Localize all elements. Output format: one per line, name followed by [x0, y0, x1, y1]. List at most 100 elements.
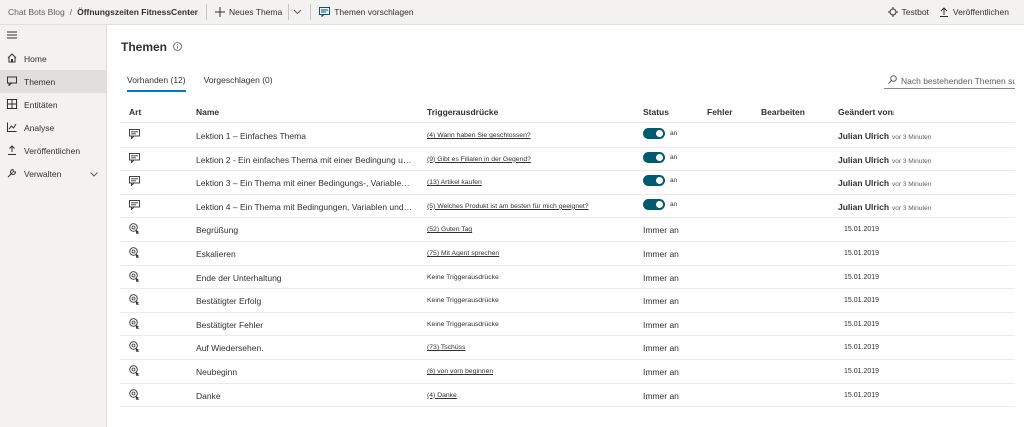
changed-by: Julian Ulrich vor 3 Minuten [838, 131, 931, 141]
status-toggle[interactable] [643, 151, 665, 163]
sidebar-item-veroeffentlichen[interactable]: Veröffentlichen [0, 139, 106, 162]
topic-name[interactable]: Begrüßung [196, 225, 238, 235]
info-icon[interactable] [173, 40, 182, 54]
topic-name[interactable]: Auf Wiedersehen. [196, 343, 264, 353]
top-command-bar: Chat Bots Blog / Öffnungszeiten FitnessC… [0, 0, 1024, 25]
table-header: Art Name Triggerausdrücke Status Fehler … [120, 99, 1015, 123]
topic-name[interactable]: Lektion 1 – Einfaches Thema [196, 131, 306, 141]
sidebar-item-verwalten[interactable]: Verwalten [0, 162, 106, 185]
table-row[interactable]: Auf Wiedersehen. (73) Tschüss Immer an 15.0… [120, 336, 1015, 360]
table-row[interactable]: Danke (4) Danke Immer an 15.01.2019 [120, 384, 1015, 408]
column-header-trigger[interactable]: Triggerausdrücke [427, 107, 498, 117]
column-header-art[interactable]: Art [129, 107, 141, 117]
table-row[interactable]: Eskalieren (75) Mit Agent sprechen Immer a… [120, 242, 1015, 266]
trigger-phrases: Keine Triggerausdrücke [427, 320, 499, 328]
sidebar: Home Themen Entitäten Analyse Veröffentl… [0, 25, 107, 427]
changed-by: Julian Ulrich vor 3 Minuten [838, 202, 931, 212]
column-header-status[interactable]: Status [643, 107, 669, 117]
suggest-icon [319, 7, 331, 17]
topic-name[interactable]: Neubeginn [196, 367, 237, 377]
topic-name[interactable]: Lektion 2 - Ein einfaches Thema mit eine… [196, 155, 414, 165]
chevron-down-icon[interactable] [293, 7, 302, 17]
toolbar-divider [288, 4, 290, 20]
table-row[interactable]: Lektion 1 – Einfaches Thema (4) Wann habe… [120, 124, 1015, 148]
topic-name[interactable]: Eskalieren [196, 249, 236, 259]
changed-by-user: Julian Ulrich [838, 201, 890, 212]
sidebar-item-entitaeten[interactable]: Entitäten [0, 93, 106, 116]
topic-name[interactable]: Danke [196, 391, 221, 401]
status-cell: an [643, 128, 677, 139]
trigger-phrases[interactable]: (9) Gibt es Filialen in der Gegend? [427, 156, 531, 163]
sidebar-item-label: Analyse [24, 122, 55, 133]
table-row[interactable]: Bestätigter Fehler Keine Triggerausdrücke… [120, 313, 1015, 337]
topic-name[interactable]: Lektion 4 – Ein Thema mit Bedingungen, V… [196, 202, 414, 212]
tab-vorgeschlagen[interactable]: Vorgeschlagen (0) [204, 75, 273, 92]
main-content: Themen Vorhanden (12) Vorgeschlagen (0) … [108, 25, 1024, 427]
trigger-phrases[interactable]: (5) Welches Produkt ist am besten für mi… [427, 203, 589, 210]
table-row[interactable]: Lektion 3 – Ein Thema mit einer Bedingun… [120, 171, 1015, 195]
chevron-down-icon [90, 169, 98, 179]
sidebar-item-analyse[interactable]: Analyse [0, 116, 106, 139]
sort-arrow-icon[interactable]: ↓ [891, 107, 895, 117]
suggest-topics-label: Themen vorschlagen [334, 7, 414, 17]
topic-name[interactable]: Bestätigter Fehler [196, 320, 263, 330]
tab-vorhanden[interactable]: Vorhanden (12) [127, 75, 186, 92]
column-header-edit[interactable]: Bearbeiten [761, 107, 805, 117]
breadcrumb-bot-link[interactable]: Chat Bots Blog [8, 7, 65, 17]
topic-name[interactable]: Bestätigter Erfolg [196, 296, 261, 306]
status-toggle[interactable] [643, 198, 665, 210]
changed-by-time: vor 3 Minuten [892, 157, 932, 165]
changed-by-time: vor 3 Minuten [892, 181, 932, 189]
wrench-icon [7, 168, 17, 180]
system-topic-icon [129, 294, 140, 307]
test-bot-button[interactable]: Testbot [887, 7, 929, 17]
sidebar-item-label: Entitäten [24, 99, 58, 110]
changed-by-time: vor 3 Minuten [892, 134, 932, 141]
column-header-error[interactable]: Fehler [707, 107, 733, 117]
column-header-changed-by[interactable]: Geändert von [838, 107, 893, 117]
new-topic-button[interactable]: Neues Thema [214, 7, 282, 17]
column-header-name[interactable]: Name [196, 107, 219, 117]
changed-by: Julian Ulrich vor 3 Minuten [838, 178, 931, 188]
table-row[interactable]: Lektion 2 - Ein einfaches Thema mit eine… [120, 148, 1015, 172]
changed-date: 15.01.2019 [844, 250, 880, 257]
breadcrumb: Chat Bots Blog / Öffnungszeiten FitnessC… [0, 0, 198, 24]
page-title-text: Themen [121, 40, 168, 54]
system-topic-icon [129, 388, 140, 402]
sidebar-item-label: Home [24, 53, 47, 64]
menu-toggle-button[interactable] [0, 25, 106, 47]
table-row[interactable]: Bestätigter Erfolg Keine Triggerausdrücke… [120, 289, 1015, 313]
status-toggle[interactable] [643, 175, 665, 187]
publish-button[interactable]: Veröffentlichen [939, 7, 1009, 17]
trigger-phrases[interactable]: (75) Mit Agent sprechen [427, 250, 499, 257]
bot-icon [887, 7, 898, 17]
trigger-phrases[interactable]: (73) Tschüss [427, 344, 465, 351]
trigger-phrases[interactable]: (13) Artikel kaufen [427, 179, 482, 186]
status-toggle[interactable] [643, 128, 665, 139]
sidebar-item-home[interactable]: Home [0, 47, 106, 70]
trigger-phrases: Keine Triggerausdrücke [427, 273, 499, 281]
sidebar-item-label: Themen [24, 76, 56, 87]
status-text: Immer an [643, 319, 679, 330]
trigger-phrases[interactable]: (4) Wann haben Sie geschlossen? [427, 132, 531, 139]
trigger-phrases[interactable]: (6) von vorn beginnen [427, 368, 493, 375]
topic-name[interactable]: Lektion 3 – Ein Thema mit einer Bedingun… [196, 178, 414, 188]
status-text: Immer an [643, 343, 679, 354]
status-text: an [670, 177, 678, 185]
topic-name[interactable]: Ende der Unterhaltung [196, 273, 282, 283]
table-row[interactable]: Lektion 4 – Ein Thema mit Bedingungen, V… [120, 195, 1015, 219]
suggest-topics-button[interactable]: Themen vorschlagen [319, 7, 414, 17]
search-input[interactable]: Nach bestehenden Themen su... [884, 73, 1015, 89]
table-row[interactable]: Ende der Unterhaltung Keine Triggerausdrü… [120, 266, 1015, 290]
table-row[interactable]: Begrüßung (52) Guten Tag Immer an 15.01.201… [120, 218, 1015, 242]
changed-date: 15.01.2019 [844, 391, 880, 399]
changed-date: 15.01.2019 [844, 297, 880, 305]
trigger-phrases[interactable]: (4) Danke [427, 392, 457, 399]
system-topic-icon [129, 365, 140, 378]
changed-date: 15.01.2019 [844, 368, 880, 375]
sidebar-item-themen[interactable]: Themen [0, 70, 106, 93]
changed-date: 15.01.2019 [844, 273, 880, 281]
table-row[interactable]: Neubeginn (6) von vorn beginnen Immer an 15… [120, 360, 1015, 384]
search-icon [888, 75, 897, 86]
trigger-phrases[interactable]: (52) Guten Tag [427, 226, 472, 233]
